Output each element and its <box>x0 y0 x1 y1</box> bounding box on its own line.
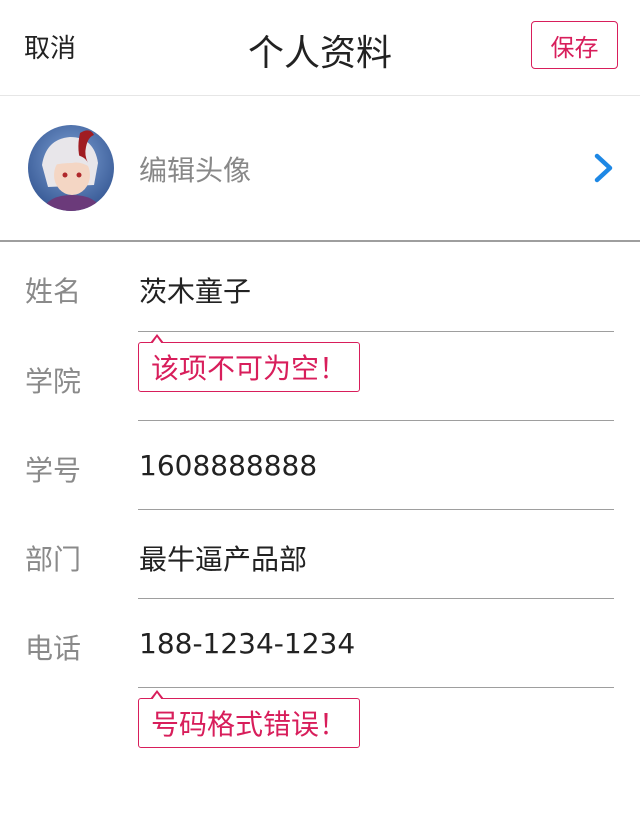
name-underline <box>138 331 614 332</box>
avatar-image <box>28 125 114 211</box>
header: 取消 个人资料 保存 <box>0 0 640 96</box>
college-input[interactable] <box>139 360 609 400</box>
department-underline <box>138 598 614 599</box>
college-label: 学院 <box>25 365 82 398</box>
department-label: 部门 <box>25 543 82 576</box>
student-id-input[interactable]: 1608888888 <box>139 449 317 482</box>
phone-error-tooltip: 号码格式错误！ <box>138 690 361 748</box>
name-label: 姓名 <box>25 275 82 308</box>
phone-input[interactable]: 188-1234-1234 <box>139 627 355 660</box>
chevron-right-icon <box>594 153 613 183</box>
edit-avatar-row[interactable]: 编辑头像 <box>0 97 640 242</box>
save-button[interactable]: 保存 <box>531 21 618 69</box>
edit-avatar-label: 编辑头像 <box>139 154 252 187</box>
college-underline <box>138 420 614 421</box>
phone-underline <box>138 687 614 688</box>
name-input[interactable]: 茨木童子 <box>139 270 251 310</box>
avatar[interactable] <box>28 125 114 211</box>
department-input[interactable]: 最牛逼产品部 <box>139 538 307 578</box>
phone-label: 电话 <box>25 632 82 665</box>
student-id-label: 学号 <box>25 454 82 487</box>
student-id-underline <box>138 509 614 510</box>
